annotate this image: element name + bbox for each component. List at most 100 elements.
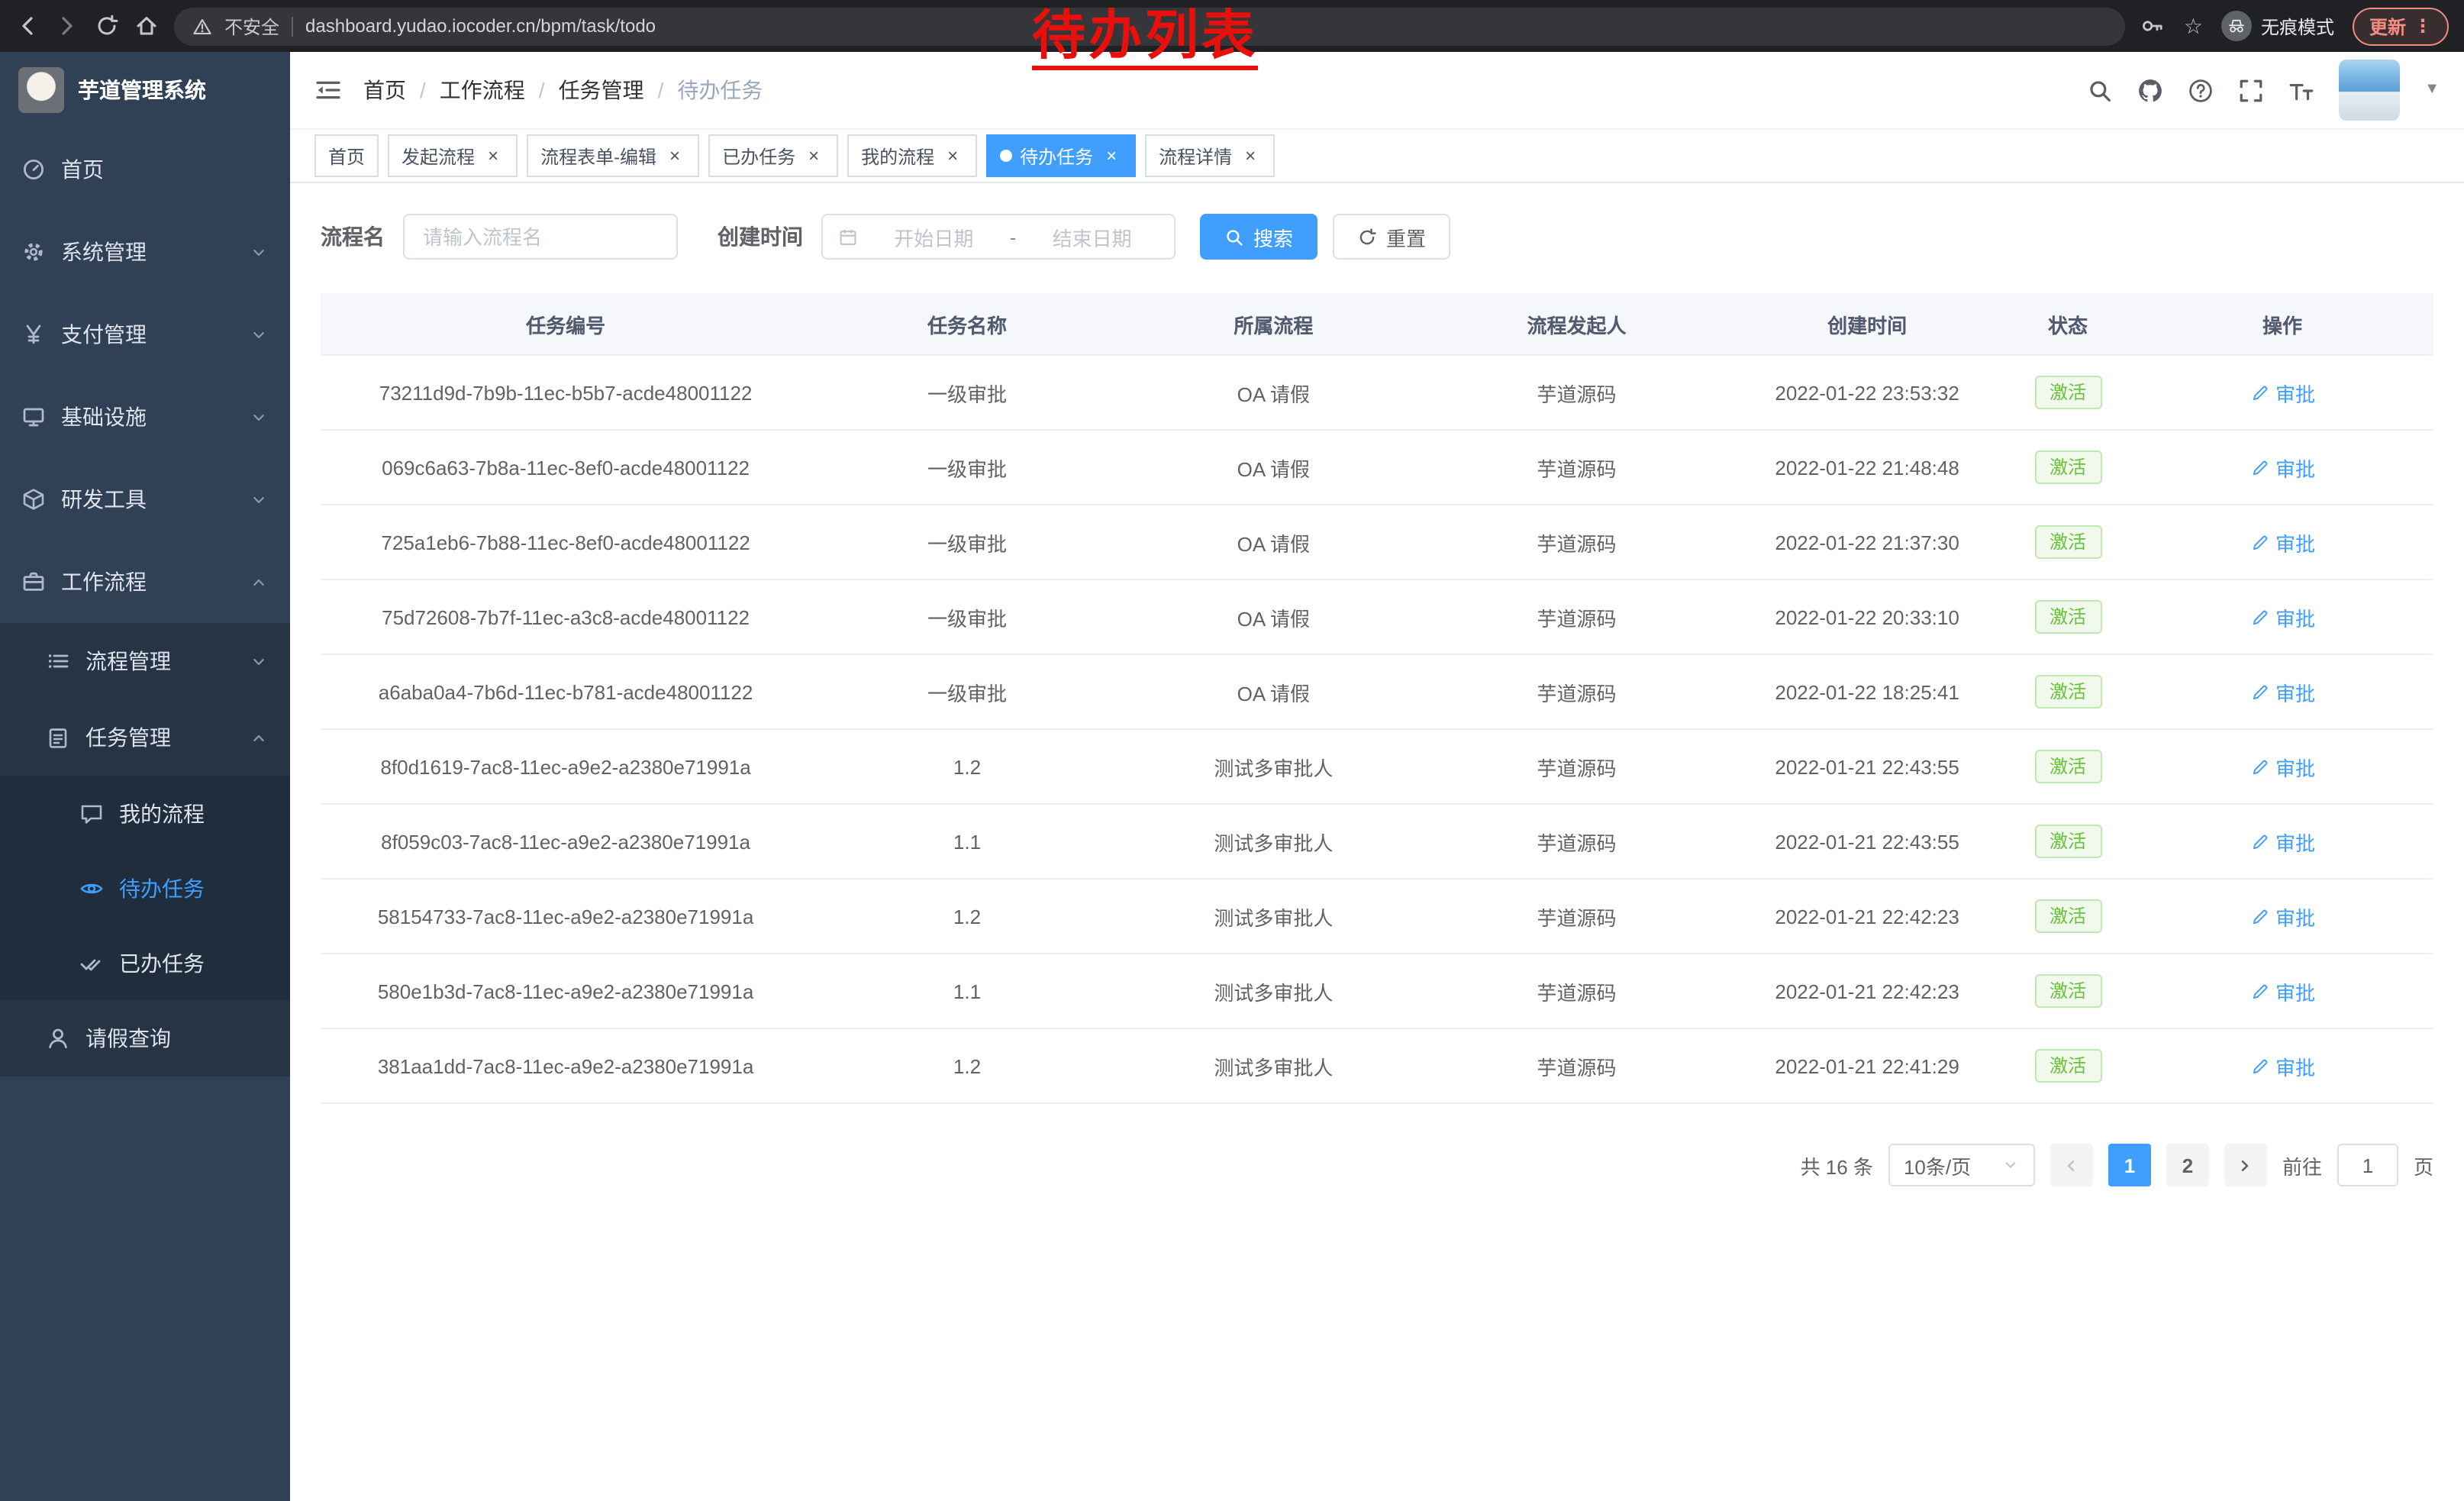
cell-status: 激活 — [2004, 954, 2131, 1028]
cell-task-id: a6aba0a4-7b6d-11ec-b781-acde48001122 — [321, 654, 811, 729]
search-button[interactable]: 搜索 — [1200, 214, 1317, 260]
tab-close-icon[interactable]: × — [1240, 145, 1261, 166]
prev-page-button[interactable] — [2050, 1144, 2093, 1186]
tab-3[interactable]: 已办任务 × — [708, 134, 838, 177]
logo-image — [18, 67, 64, 113]
browser-forward-icon[interactable] — [55, 14, 79, 38]
sidebar-item-workflow[interactable]: 工作流程 — [0, 541, 290, 623]
tab-label: 已办任务 — [722, 143, 795, 169]
cell-task-id: 75d72608-7b7f-11ec-a3c8-acde48001122 — [321, 579, 811, 654]
tab-close-icon[interactable]: × — [803, 145, 824, 166]
cell-process: OA 请假 — [1124, 505, 1424, 579]
col-starter: 流程发起人 — [1424, 293, 1730, 355]
approve-link[interactable]: 审批 — [2250, 902, 2315, 931]
approve-link[interactable]: 审批 — [2250, 827, 2315, 856]
breadcrumb-item[interactable]: 任务管理 — [559, 75, 644, 105]
browser-actions: ☆ 无痕模式 更新 ⋮ — [2141, 7, 2449, 45]
approve-link[interactable]: 审批 — [2250, 1051, 2315, 1080]
star-icon[interactable]: ☆ — [2184, 15, 2203, 37]
sidebar-item-infra[interactable]: 基础设施 — [0, 376, 290, 458]
tab-2[interactable]: 流程表单-编辑× — [527, 134, 699, 177]
cell-task-name: 一级审批 — [811, 654, 1124, 729]
cell-status: 激活 — [2004, 430, 2131, 505]
sidebar-menu: 首页 系统管理 支付管理 基础设施 — [0, 128, 290, 1077]
sidebar-collapse-icon[interactable] — [314, 78, 342, 102]
browser-back-icon[interactable] — [15, 14, 40, 38]
approve-link[interactable]: 审批 — [2250, 976, 2315, 1006]
sidebar-item-home[interactable]: 首页 — [0, 128, 290, 211]
github-icon[interactable] — [2137, 77, 2163, 103]
page-button-1[interactable]: 1 — [2108, 1144, 2151, 1186]
cell-process: OA 请假 — [1124, 430, 1424, 505]
create-time-label: 创建时间 — [718, 221, 803, 252]
cell-starter: 芋道源码 — [1424, 355, 1730, 430]
breadcrumb-item[interactable]: 工作流程 — [440, 75, 525, 105]
font-size-icon[interactable] — [2288, 77, 2314, 103]
cell-actions: 审批 — [2131, 879, 2433, 954]
approve-link[interactable]: 审批 — [2250, 752, 2315, 781]
edit-icon — [2250, 383, 2269, 402]
tab-close-icon[interactable]: × — [482, 145, 504, 166]
browser-home-icon[interactable] — [134, 14, 159, 38]
col-created: 创建时间 — [1730, 293, 2004, 355]
dropdown-caret-icon[interactable]: ▼ — [2424, 82, 2440, 98]
calendar-icon — [838, 227, 858, 247]
tab-0[interactable]: 首页 — [314, 134, 379, 177]
next-page-button[interactable] — [2224, 1144, 2267, 1186]
cell-task-name: 一级审批 — [811, 579, 1124, 654]
dashboard-icon — [21, 157, 46, 182]
workflow-submenu: 流程管理 任务管理 我的流程 — [0, 623, 290, 1077]
sidebar-item-done-tasks[interactable]: 已办任务 — [0, 925, 290, 1000]
tab-4[interactable]: 我的流程 × — [847, 134, 977, 177]
cell-task-name: 1.2 — [811, 1028, 1124, 1103]
page-size-select[interactable]: 10条/页 — [1888, 1144, 2035, 1186]
help-icon[interactable] — [2188, 77, 2214, 103]
incognito-label: 无痕模式 — [2261, 13, 2334, 39]
chevron-down-icon — [249, 324, 269, 344]
tab-close-icon[interactable]: × — [942, 145, 963, 166]
goto-page-input[interactable] — [2337, 1144, 2398, 1186]
search-icon[interactable] — [2087, 77, 2113, 103]
status-badge: 激活 — [2034, 974, 2101, 1008]
user-avatar[interactable] — [2339, 60, 2400, 121]
tab-1[interactable]: 发起流程× — [388, 134, 518, 177]
status-badge: 激活 — [2034, 600, 2101, 634]
cell-task-id: 580e1b3d-7ac8-11ec-a9e2-a2380e71991a — [321, 954, 811, 1028]
date-range-picker[interactable]: 开始日期 - 结束日期 — [821, 214, 1176, 260]
sidebar-item-my-process[interactable]: 我的流程 — [0, 776, 290, 851]
chevron-right-icon — [2236, 1155, 2256, 1175]
sidebar-item-devtools[interactable]: 研发工具 — [0, 458, 290, 541]
approve-link[interactable]: 审批 — [2250, 528, 2315, 557]
sidebar-item-todo-tasks[interactable]: 待办任务 — [0, 851, 290, 925]
more-menu-icon[interactable]: ⋮ — [2414, 15, 2432, 37]
tab-close-icon[interactable]: × — [664, 145, 685, 166]
tab-5[interactable]: 待办任务× — [986, 134, 1136, 177]
process-name-input[interactable] — [403, 214, 678, 260]
tab-close-icon[interactable]: × — [1101, 145, 1122, 166]
app-logo[interactable]: 芋道管理系统 — [0, 52, 290, 128]
cell-starter: 芋道源码 — [1424, 579, 1730, 654]
sidebar-item-system[interactable]: 系统管理 — [0, 211, 290, 293]
approve-link[interactable]: 审批 — [2250, 453, 2315, 482]
reset-button[interactable]: 重置 — [1333, 214, 1450, 260]
navbar-tools: ▼ — [2087, 60, 2440, 121]
page-button-2[interactable]: 2 — [2166, 1144, 2209, 1186]
breadcrumb-item[interactable]: 首页 — [363, 75, 406, 105]
sidebar-item-task-mgmt[interactable]: 任务管理 — [0, 699, 290, 776]
sidebar-item-payment[interactable]: 支付管理 — [0, 293, 290, 376]
tab-label: 我的流程 — [861, 143, 934, 169]
sidebar-item-process-mgmt[interactable]: 流程管理 — [0, 623, 290, 699]
fullscreen-icon[interactable] — [2238, 77, 2264, 103]
update-button[interactable]: 更新 ⋮ — [2353, 7, 2449, 45]
edit-icon — [2250, 1056, 2269, 1076]
key-icon[interactable] — [2141, 14, 2166, 38]
sidebar-item-leave-query[interactable]: 请假查询 — [0, 1000, 290, 1077]
cell-actions: 审批 — [2131, 1028, 2433, 1103]
approve-link[interactable]: 审批 — [2250, 677, 2315, 706]
breadcrumb: 首页 / 工作流程 / 任务管理 / 待办任务 — [363, 75, 763, 105]
browser-refresh-icon[interactable] — [95, 14, 119, 38]
approve-link[interactable]: 审批 — [2250, 602, 2315, 631]
tab-6[interactable]: 流程详情× — [1145, 134, 1275, 177]
approve-link[interactable]: 审批 — [2250, 378, 2315, 407]
cell-status: 激活 — [2004, 654, 2131, 729]
